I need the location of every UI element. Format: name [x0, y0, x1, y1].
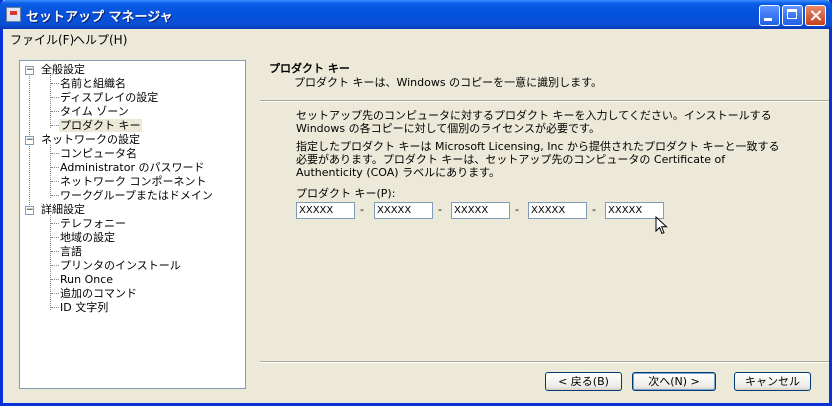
product-key-label: プロダクト キー(P): [296, 187, 396, 200]
tree-item-display[interactable]: ディスプレイの設定 [59, 91, 159, 104]
instructions-text: セットアップ先のコンピュータに対するプロダクト キーを入力してください。インスト… [296, 109, 772, 135]
collapse-network-icon[interactable]: − [25, 136, 34, 145]
tree-item-additional-commands[interactable]: 追加のコマンド [59, 287, 138, 300]
tree-connector [51, 223, 59, 224]
menu-file[interactable]: ファイル(F) [10, 31, 74, 48]
tree-connector [51, 307, 59, 308]
tree-item-computer-name[interactable]: コンピュータ名 [59, 147, 138, 160]
tree-item-id-string[interactable]: ID 文字列 [59, 301, 109, 314]
tree-connector [51, 125, 59, 126]
cancel-button[interactable]: キャンセル [734, 372, 811, 391]
tree-item-name-org[interactable]: 名前と組織名 [59, 77, 127, 90]
tree-item-printers[interactable]: プリンタのインストール [59, 259, 182, 272]
back-button[interactable]: < 戻る(B) [545, 372, 622, 391]
tree-item-product-key[interactable]: プロダクト キー [59, 119, 142, 132]
header-divider [260, 100, 829, 102]
maximize-button[interactable] [782, 5, 803, 26]
app-icon [6, 7, 21, 22]
tree-item-telephony[interactable]: テレフォニー [59, 217, 127, 230]
tree-connector [51, 111, 59, 112]
tree-connector [51, 279, 59, 280]
tree-connector [51, 265, 59, 266]
tree-item-network-components[interactable]: ネットワーク コンポーネント [59, 175, 208, 188]
mouse-cursor-icon [655, 216, 668, 235]
tree-item-admin-password[interactable]: Administrator のパスワード [59, 161, 205, 174]
minimize-button[interactable] [759, 5, 780, 26]
coa-info-text: 指定したプロダクト キーは Microsoft Licensing, Inc か… [296, 140, 780, 179]
tree-connector [51, 83, 59, 84]
tree-item-general[interactable]: 全般設定 [40, 63, 86, 76]
tree-connector [51, 97, 59, 98]
tree-connector [51, 237, 59, 238]
key-separator: - [515, 203, 519, 216]
tree-connector [50, 215, 51, 310]
close-button[interactable] [805, 5, 826, 26]
tree-item-languages[interactable]: 言語 [59, 245, 83, 258]
page-subtitle: プロダクト キーは、Windows のコピーを一意に識別します。 [294, 76, 602, 89]
product-key-field-4[interactable] [528, 202, 587, 219]
tree-connector [51, 251, 59, 252]
tree-connector [51, 195, 59, 196]
key-separator: - [592, 203, 596, 216]
product-key-field-2[interactable] [374, 202, 433, 219]
collapse-general-icon[interactable]: − [25, 66, 34, 75]
tree-item-advanced[interactable]: 詳細設定 [40, 203, 86, 216]
setup-manager-window: セットアップ マネージャ ファイル(F) ヘルプ(H) − 全般設定 名前と組織… [0, 0, 832, 406]
tree-connector [51, 167, 59, 168]
tree-item-regional[interactable]: 地域の設定 [59, 231, 116, 244]
tree-connector [51, 293, 59, 294]
tree-item-timezone[interactable]: タイム ゾーン [59, 105, 130, 118]
tree-connector [51, 181, 59, 182]
menu-help[interactable]: ヘルプ(H) [73, 31, 127, 48]
settings-tree[interactable]: − 全般設定 名前と組織名 ディスプレイの設定 タイム ゾーン プロダクト キー… [19, 60, 246, 389]
product-key-field-1[interactable] [296, 202, 355, 219]
next-button[interactable]: 次へ(N) > [632, 372, 716, 391]
window-title: セットアップ マネージャ [26, 10, 173, 25]
collapse-advanced-icon[interactable]: − [25, 206, 34, 215]
key-separator: - [438, 203, 442, 216]
key-separator: - [360, 203, 364, 216]
tree-connector [51, 153, 59, 154]
product-key-page: プロダクト キー プロダクト キーは、Windows のコピーを一意に識別します… [260, 56, 829, 386]
tree-item-network[interactable]: ネットワークの設定 [40, 133, 141, 146]
tree-item-run-once[interactable]: Run Once [59, 273, 114, 286]
menu-bar: ファイル(F) ヘルプ(H) [3, 29, 829, 48]
title-bar[interactable]: セットアップ マネージャ [0, 0, 832, 29]
tree-item-workgroup[interactable]: ワークグループまたはドメイン [59, 189, 214, 202]
footer-divider [260, 361, 829, 363]
product-key-field-3[interactable] [451, 202, 510, 219]
